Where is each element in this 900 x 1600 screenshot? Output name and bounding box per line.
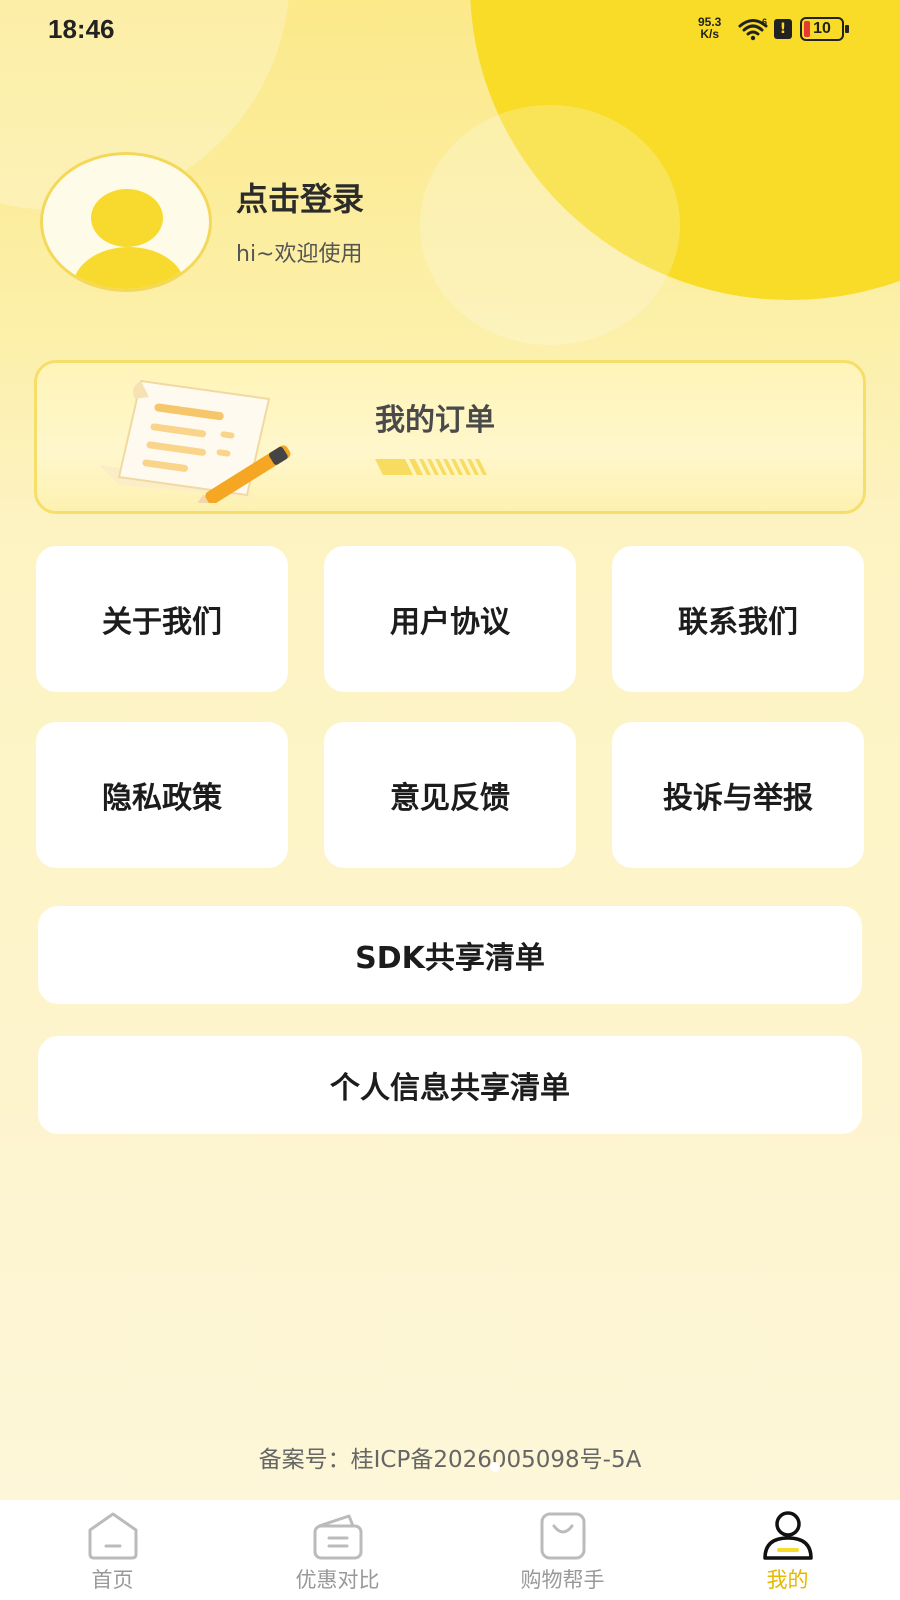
bottom-tab-bar: 首页 优惠对比 购物帮手 我的 xyxy=(0,1500,900,1600)
my-orders-title: 我的订单 xyxy=(375,403,495,438)
complaint-report-button[interactable]: 投诉与举报 xyxy=(612,722,864,868)
wallet-icon xyxy=(313,1514,363,1560)
tab-discount-compare[interactable]: 优惠对比 xyxy=(225,1500,450,1600)
decorative-stripes xyxy=(375,459,487,475)
avatar[interactable] xyxy=(40,152,212,292)
wifi-icon: 6 xyxy=(738,17,768,41)
privacy-policy-button[interactable]: 隐私政策 xyxy=(36,722,288,868)
status-time: 18:46 xyxy=(48,14,115,44)
about-us-button[interactable]: 关于我们 xyxy=(36,546,288,692)
profile-header[interactable]: 点击登录 hi~欢迎使用 xyxy=(40,152,540,292)
sdk-sharing-list-button[interactable]: SDK共享清单 xyxy=(38,906,862,1004)
greeting-text: hi~欢迎使用 xyxy=(236,242,363,267)
contact-us-button[interactable]: 联系我们 xyxy=(612,546,864,692)
tab-mine[interactable]: 我的 xyxy=(675,1500,900,1600)
battery-level-text: 10 xyxy=(813,20,831,37)
user-icon xyxy=(763,1511,813,1560)
user-agreement-button[interactable]: 用户协议 xyxy=(324,546,576,692)
avatar-head xyxy=(91,189,163,247)
personal-info-sharing-list-button[interactable]: 个人信息共享清单 xyxy=(38,1036,862,1134)
avatar-body xyxy=(73,247,185,289)
network-speed-unit: K/s xyxy=(700,27,720,41)
battery-level xyxy=(804,21,810,37)
signal-label: 6 xyxy=(762,17,767,27)
tab-home-label: 首页 xyxy=(91,1568,134,1592)
home-icon xyxy=(88,1512,138,1560)
status-bar: 18:46 95.3 K/s 6 ! 10 xyxy=(0,0,900,60)
tab-mine-label: 我的 xyxy=(766,1568,809,1592)
alert-icon: ! xyxy=(774,19,792,39)
tab-shopping-helper[interactable]: 购物帮手 xyxy=(450,1500,675,1600)
battery-icon: 10 xyxy=(800,17,849,41)
my-orders-card[interactable]: 我的订单 xyxy=(34,360,866,514)
tab-discount-compare-label: 优惠对比 xyxy=(295,1568,380,1592)
tab-home[interactable]: 首页 xyxy=(0,1500,225,1600)
shopping-bag-icon xyxy=(540,1512,586,1560)
login-link[interactable]: 点击登录 xyxy=(236,174,364,220)
battery-tip xyxy=(845,25,849,33)
page-indicator-dot xyxy=(490,1462,500,1472)
order-list-illustration xyxy=(99,379,291,503)
feedback-button[interactable]: 意见反馈 xyxy=(324,722,576,868)
network-speed: 95.3 K/s xyxy=(698,16,721,40)
tab-shopping-helper-label: 购物帮手 xyxy=(520,1568,605,1592)
icp-record: 备案号：桂ICP备2026005098号-5A xyxy=(258,1447,642,1473)
